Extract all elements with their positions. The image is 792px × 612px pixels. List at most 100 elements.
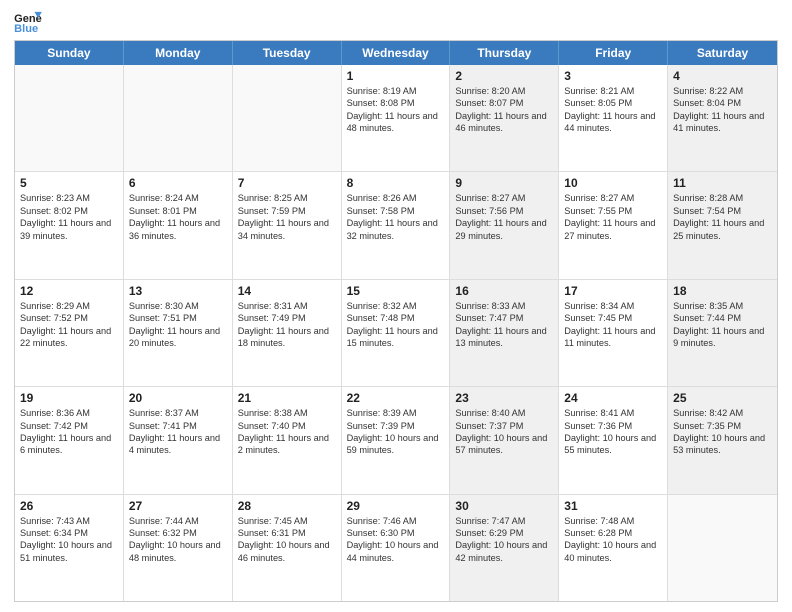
day-number: 21 xyxy=(238,391,336,405)
day-number: 24 xyxy=(564,391,662,405)
daylight-text: Daylight: 10 hours and 53 minutes. xyxy=(673,432,772,457)
daylight-text: Daylight: 11 hours and 44 minutes. xyxy=(564,110,662,135)
day-number: 14 xyxy=(238,284,336,298)
calendar-cell: 22Sunrise: 8:39 AMSunset: 7:39 PMDayligh… xyxy=(342,387,451,493)
calendar-cell: 5Sunrise: 8:23 AMSunset: 8:02 PMDaylight… xyxy=(15,172,124,278)
weekday-header: Sunday xyxy=(15,41,124,65)
sunrise-text: Sunrise: 8:28 AM xyxy=(673,192,772,204)
calendar-cell: 15Sunrise: 8:32 AMSunset: 7:48 PMDayligh… xyxy=(342,280,451,386)
sunset-text: Sunset: 8:08 PM xyxy=(347,97,445,109)
daylight-text: Daylight: 11 hours and 48 minutes. xyxy=(347,110,445,135)
daylight-text: Daylight: 11 hours and 27 minutes. xyxy=(564,217,662,242)
calendar-week: 5Sunrise: 8:23 AMSunset: 8:02 PMDaylight… xyxy=(15,171,777,278)
calendar-cell: 27Sunrise: 7:44 AMSunset: 6:32 PMDayligh… xyxy=(124,495,233,601)
sunrise-text: Sunrise: 8:37 AM xyxy=(129,407,227,419)
daylight-text: Daylight: 11 hours and 13 minutes. xyxy=(455,325,553,350)
sunrise-text: Sunrise: 8:33 AM xyxy=(455,300,553,312)
daylight-text: Daylight: 11 hours and 34 minutes. xyxy=(238,217,336,242)
daylight-text: Daylight: 11 hours and 18 minutes. xyxy=(238,325,336,350)
calendar-cell: 16Sunrise: 8:33 AMSunset: 7:47 PMDayligh… xyxy=(450,280,559,386)
daylight-text: Daylight: 11 hours and 6 minutes. xyxy=(20,432,118,457)
calendar-cell: 24Sunrise: 8:41 AMSunset: 7:36 PMDayligh… xyxy=(559,387,668,493)
calendar-cell: 9Sunrise: 8:27 AMSunset: 7:56 PMDaylight… xyxy=(450,172,559,278)
calendar-cell: 10Sunrise: 8:27 AMSunset: 7:55 PMDayligh… xyxy=(559,172,668,278)
calendar-cell: 28Sunrise: 7:45 AMSunset: 6:31 PMDayligh… xyxy=(233,495,342,601)
sunset-text: Sunset: 7:47 PM xyxy=(455,312,553,324)
day-number: 29 xyxy=(347,499,445,513)
sunset-text: Sunset: 7:52 PM xyxy=(20,312,118,324)
logo: General Blue xyxy=(14,10,46,34)
sunset-text: Sunset: 6:30 PM xyxy=(347,527,445,539)
sunset-text: Sunset: 6:29 PM xyxy=(455,527,553,539)
sunset-text: Sunset: 6:34 PM xyxy=(20,527,118,539)
sunset-text: Sunset: 7:45 PM xyxy=(564,312,662,324)
daylight-text: Daylight: 11 hours and 36 minutes. xyxy=(129,217,227,242)
day-number: 5 xyxy=(20,176,118,190)
calendar-cell: 7Sunrise: 8:25 AMSunset: 7:59 PMDaylight… xyxy=(233,172,342,278)
sunset-text: Sunset: 7:55 PM xyxy=(564,205,662,217)
daylight-text: Daylight: 11 hours and 25 minutes. xyxy=(673,217,772,242)
sunrise-text: Sunrise: 7:43 AM xyxy=(20,515,118,527)
svg-text:Blue: Blue xyxy=(14,23,38,34)
calendar-cell: 1Sunrise: 8:19 AMSunset: 8:08 PMDaylight… xyxy=(342,65,451,171)
sunrise-text: Sunrise: 7:47 AM xyxy=(455,515,553,527)
day-number: 12 xyxy=(20,284,118,298)
sunrise-text: Sunrise: 8:25 AM xyxy=(238,192,336,204)
calendar-week: 19Sunrise: 8:36 AMSunset: 7:42 PMDayligh… xyxy=(15,386,777,493)
day-number: 4 xyxy=(673,69,772,83)
day-number: 27 xyxy=(129,499,227,513)
day-number: 19 xyxy=(20,391,118,405)
sunset-text: Sunset: 7:37 PM xyxy=(455,420,553,432)
sunrise-text: Sunrise: 8:24 AM xyxy=(129,192,227,204)
sunrise-text: Sunrise: 8:39 AM xyxy=(347,407,445,419)
daylight-text: Daylight: 10 hours and 48 minutes. xyxy=(129,539,227,564)
weekday-header: Friday xyxy=(559,41,668,65)
calendar-cell: 31Sunrise: 7:48 AMSunset: 6:28 PMDayligh… xyxy=(559,495,668,601)
sunset-text: Sunset: 7:35 PM xyxy=(673,420,772,432)
calendar-body: 1Sunrise: 8:19 AMSunset: 8:08 PMDaylight… xyxy=(15,65,777,601)
sunset-text: Sunset: 7:49 PM xyxy=(238,312,336,324)
sunrise-text: Sunrise: 7:46 AM xyxy=(347,515,445,527)
sunrise-text: Sunrise: 8:21 AM xyxy=(564,85,662,97)
sunrise-text: Sunrise: 8:32 AM xyxy=(347,300,445,312)
sunrise-text: Sunrise: 7:48 AM xyxy=(564,515,662,527)
sunrise-text: Sunrise: 8:42 AM xyxy=(673,407,772,419)
daylight-text: Daylight: 10 hours and 59 minutes. xyxy=(347,432,445,457)
day-number: 20 xyxy=(129,391,227,405)
day-number: 15 xyxy=(347,284,445,298)
logo-icon: General Blue xyxy=(14,10,42,34)
sunset-text: Sunset: 7:48 PM xyxy=(347,312,445,324)
calendar-cell: 6Sunrise: 8:24 AMSunset: 8:01 PMDaylight… xyxy=(124,172,233,278)
sunset-text: Sunset: 8:04 PM xyxy=(673,97,772,109)
sunset-text: Sunset: 7:56 PM xyxy=(455,205,553,217)
daylight-text: Daylight: 11 hours and 4 minutes. xyxy=(129,432,227,457)
day-number: 25 xyxy=(673,391,772,405)
sunrise-text: Sunrise: 8:38 AM xyxy=(238,407,336,419)
calendar-cell: 23Sunrise: 8:40 AMSunset: 7:37 PMDayligh… xyxy=(450,387,559,493)
calendar-cell: 14Sunrise: 8:31 AMSunset: 7:49 PMDayligh… xyxy=(233,280,342,386)
sunrise-text: Sunrise: 8:35 AM xyxy=(673,300,772,312)
sunrise-text: Sunrise: 8:27 AM xyxy=(564,192,662,204)
daylight-text: Daylight: 10 hours and 57 minutes. xyxy=(455,432,553,457)
page: General Blue SundayMondayTuesdayWednesda… xyxy=(0,0,792,612)
calendar-cell xyxy=(15,65,124,171)
day-number: 7 xyxy=(238,176,336,190)
calendar: SundayMondayTuesdayWednesdayThursdayFrid… xyxy=(14,40,778,602)
day-number: 3 xyxy=(564,69,662,83)
sunrise-text: Sunrise: 8:34 AM xyxy=(564,300,662,312)
day-number: 6 xyxy=(129,176,227,190)
calendar-cell: 20Sunrise: 8:37 AMSunset: 7:41 PMDayligh… xyxy=(124,387,233,493)
daylight-text: Daylight: 10 hours and 51 minutes. xyxy=(20,539,118,564)
calendar-cell: 11Sunrise: 8:28 AMSunset: 7:54 PMDayligh… xyxy=(668,172,777,278)
daylight-text: Daylight: 10 hours and 40 minutes. xyxy=(564,539,662,564)
day-number: 26 xyxy=(20,499,118,513)
day-number: 8 xyxy=(347,176,445,190)
day-number: 1 xyxy=(347,69,445,83)
calendar-cell: 2Sunrise: 8:20 AMSunset: 8:07 PMDaylight… xyxy=(450,65,559,171)
day-number: 2 xyxy=(455,69,553,83)
sunrise-text: Sunrise: 8:20 AM xyxy=(455,85,553,97)
calendar-cell: 25 Sunrise: 8:42 AMSunset: 7:35 PMDayligh… xyxy=(668,387,777,493)
daylight-text: Daylight: 11 hours and 11 minutes. xyxy=(564,325,662,350)
calendar-header-row: SundayMondayTuesdayWednesdayThursdayFrid… xyxy=(15,41,777,65)
calendar-cell: 4Sunrise: 8:22 AMSunset: 8:04 PMDaylight… xyxy=(668,65,777,171)
